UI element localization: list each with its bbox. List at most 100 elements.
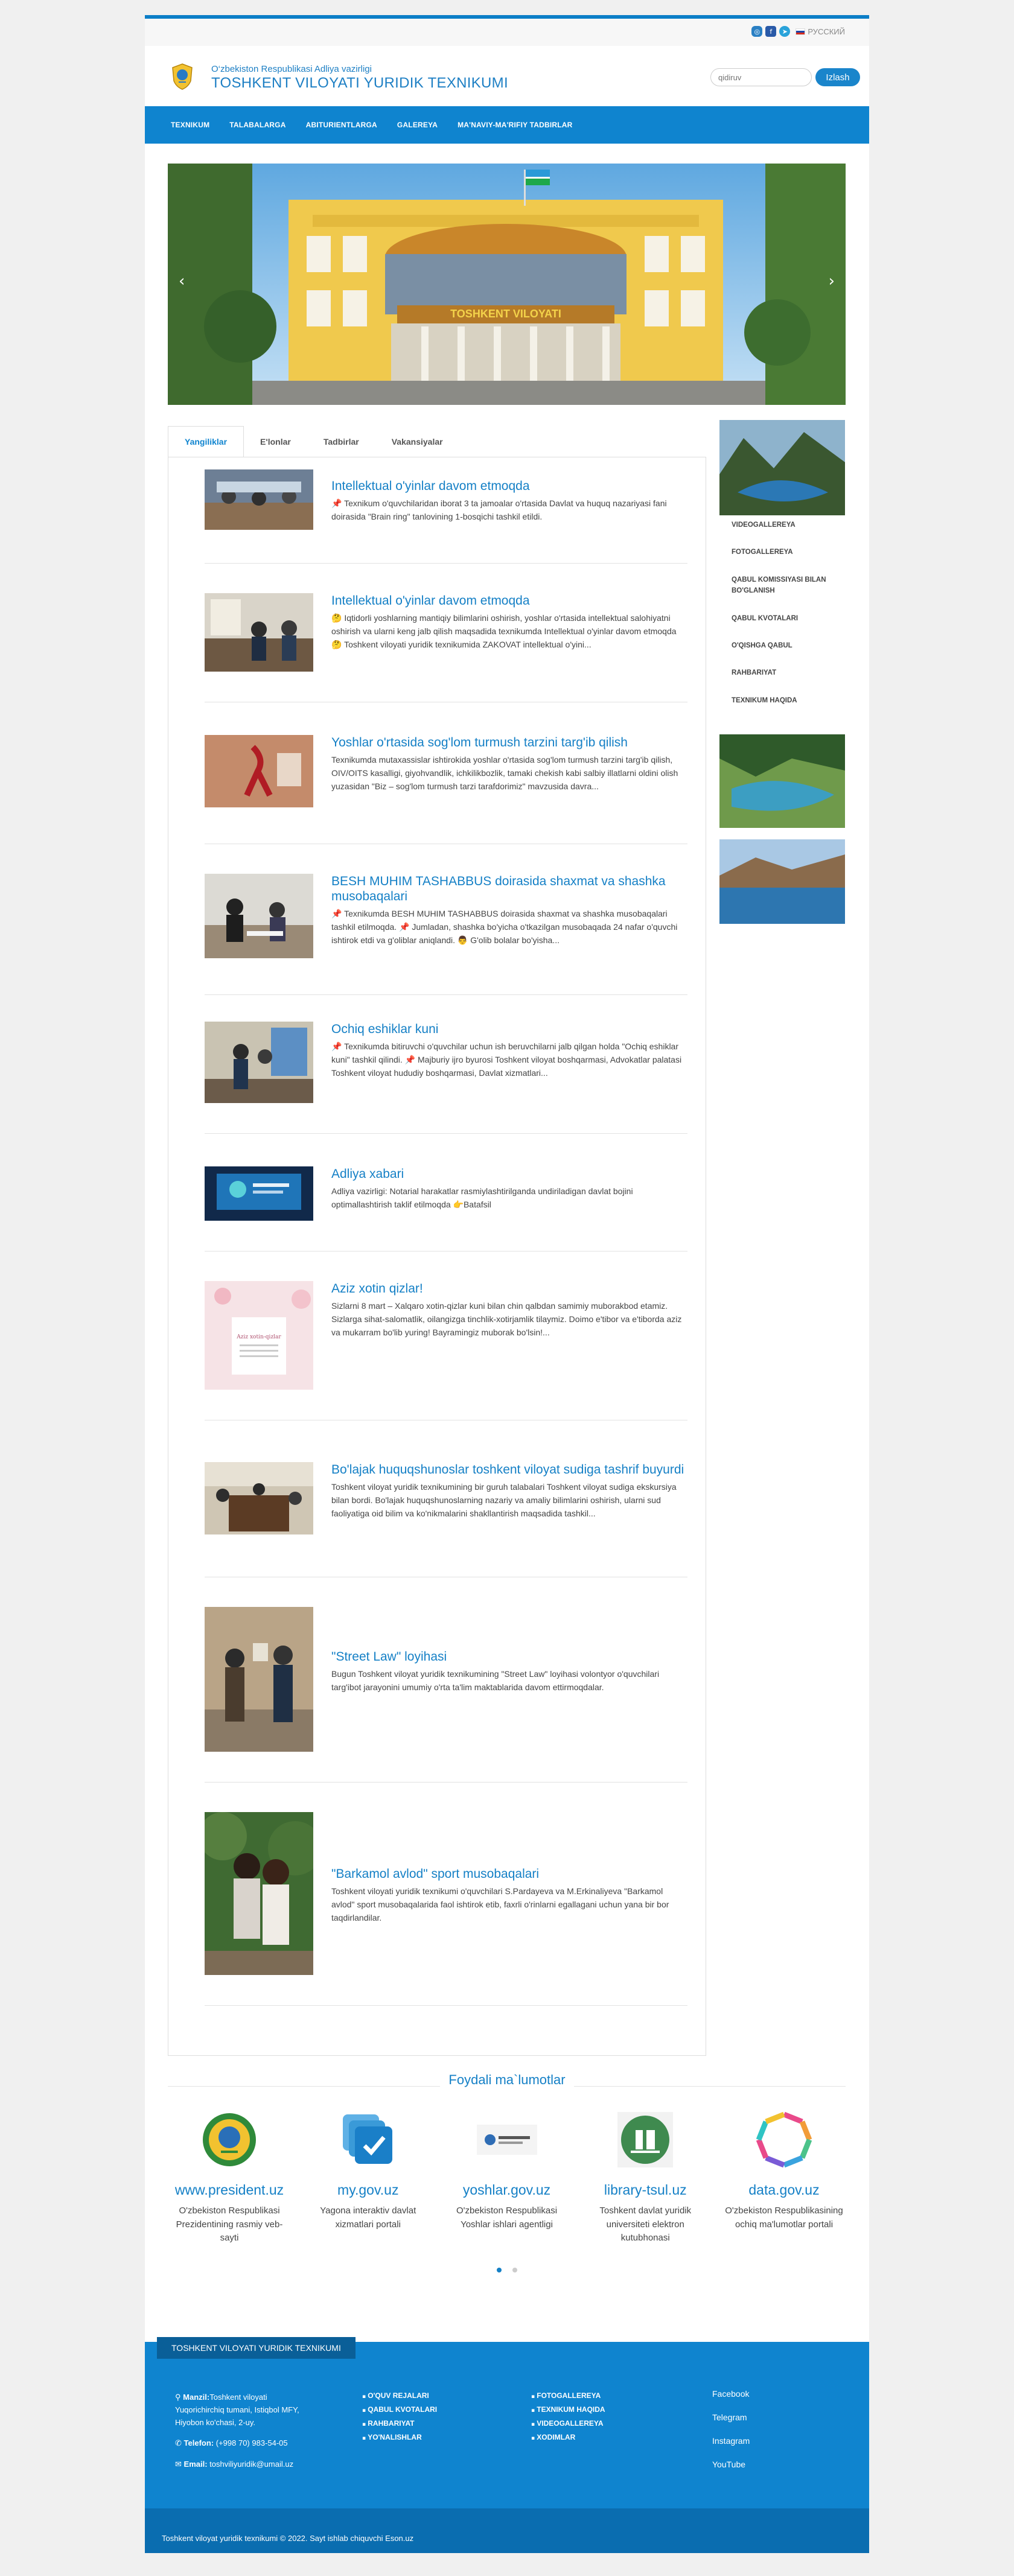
footer-link[interactable]: VIDEOGALLEREYA: [531, 2419, 605, 2428]
footer-links-col2: O'QUV REJALARI QABUL KVOTALARI RAHBARIYA…: [362, 2391, 437, 2447]
divider: [205, 1782, 687, 1783]
telegram-icon[interactable]: ➤: [779, 26, 791, 37]
footer-link[interactable]: O'QUV REJALARI: [362, 2391, 437, 2400]
useful-link-name[interactable]: www.president.uz: [168, 2182, 291, 2198]
news-title[interactable]: "Street Law" loyihasi: [331, 1649, 687, 1664]
useful-link-desc: O'zbekiston Respublikasi Yoshlar ishlari…: [456, 2206, 558, 2230]
news-thumbnail[interactable]: [205, 874, 313, 958]
language-switch[interactable]: РУССКИЙ: [796, 27, 845, 36]
building-photo: TOSHKENT VILOYATI: [168, 164, 846, 405]
useful-link-name[interactable]: yoshlar.gov.uz: [445, 2182, 569, 2198]
phone-number[interactable]: (+998 70) 983-54-05: [216, 2438, 288, 2447]
news-title[interactable]: Aziz xotin qizlar!: [331, 1281, 687, 1296]
news-title[interactable]: Ochiq eshiklar kuni: [331, 1022, 687, 1037]
footer-link[interactable]: XODIMLAR: [531, 2433, 605, 2441]
footer-facebook-link[interactable]: Facebook: [712, 2389, 750, 2399]
footer-telegram-link[interactable]: Telegram: [712, 2412, 750, 2422]
slider-next-icon[interactable]: ›: [829, 272, 835, 290]
nav-item-texnikum[interactable]: TEXNIKUM: [171, 121, 209, 129]
social-links: ◎ f ➤ РУССКИЙ: [751, 26, 845, 37]
footer-link[interactable]: TEXNIKUM HAQIDA: [531, 2405, 605, 2414]
news-title[interactable]: Intellektual o'yinlar davom etmoqda: [331, 593, 687, 608]
useful-link-name[interactable]: library-tsul.uz: [584, 2182, 707, 2198]
tab-elonlar[interactable]: E'lonlar: [244, 426, 307, 457]
news-thumbnail[interactable]: [205, 469, 313, 530]
news-panel: Intellektual o'yinlar davom etmoqda 📌 Te…: [168, 457, 706, 2056]
useful-link-desc: O'zbekiston Respublikasining ochiq ma'lu…: [725, 2206, 843, 2230]
news-thumbnail[interactable]: [205, 1022, 313, 1103]
nav-item-abiturientlarga[interactable]: ABITURIENTLARGA: [306, 121, 377, 129]
carousel-pagination: [145, 2265, 869, 2275]
page: ◎ f ➤ РУССКИЙ O‘zbekiston Respublikasi A…: [145, 15, 869, 2553]
svg-text:Aziz xotin-qizlar: Aziz xotin-qizlar: [236, 1334, 281, 1340]
news-excerpt: Bugun Toshkent viloyat yuridik texnikumi…: [331, 1669, 660, 1692]
news-title[interactable]: Yoshlar o'rtasida sog'lom turmush tarzin…: [331, 735, 687, 750]
news-thumbnail[interactable]: [205, 1462, 313, 1534]
news-thumbnail[interactable]: [205, 1607, 313, 1752]
useful-link-card[interactable]: my.gov.uz Yagona interaktiv davlat xizma…: [307, 2110, 430, 2245]
sidebar-banner[interactable]: [719, 420, 845, 515]
news-title[interactable]: Bo'lajak huquqshunoslar toshkent viloyat…: [331, 1462, 687, 1477]
news-excerpt: Toshkent viloyati yuridik texnikumi o'qu…: [331, 1886, 669, 1922]
news-title[interactable]: Intellektual o'yinlar davom etmoqda: [331, 479, 687, 494]
news-thumbnail[interactable]: [205, 1812, 313, 1975]
tab-yangiliklar[interactable]: Yangiliklar: [168, 426, 244, 457]
sidebar-banner[interactable]: [719, 734, 845, 828]
hero-slider[interactable]: TOSHKENT VILOYATI ‹ ›: [168, 164, 846, 405]
facebook-icon[interactable]: f: [765, 26, 777, 37]
sidebar-item-rahbariyat[interactable]: RAHBARIYAT: [719, 667, 845, 678]
news-excerpt: 📌 Texnikum o'quvchilaridan iborat 3 ta j…: [331, 498, 667, 521]
main-nav: TEXNIKUM TALABALARGA ABITURIENTLARGA GAL…: [145, 106, 869, 144]
footer-instagram-link[interactable]: Instagram: [712, 2436, 750, 2446]
search-input[interactable]: [710, 68, 812, 86]
news-title[interactable]: BESH MUHIM TASHABBUS doirasida shaxmat v…: [331, 874, 687, 904]
divider: [205, 1133, 687, 1134]
svg-text:TOSHKENT VILOYATI: TOSHKENT VILOYATI: [450, 308, 561, 320]
carousel-dot[interactable]: [512, 2268, 518, 2272]
news-thumbnail[interactable]: [205, 735, 313, 807]
useful-info-title: Foydali ma`lumotlar: [145, 2072, 869, 2088]
sidebar-item-videogallereya[interactable]: VIDEOGALLEREYA: [719, 520, 845, 530]
news-thumbnail[interactable]: [205, 593, 313, 672]
emblem-logo-icon[interactable]: [170, 63, 194, 91]
russian-flag-icon: [796, 28, 806, 35]
news-title[interactable]: "Barkamol avlod" sport musobaqalari: [331, 1866, 687, 1881]
nav-item-talabalarga[interactable]: TALABALARGA: [229, 121, 285, 129]
footer-link[interactable]: YO'NALISHLAR: [362, 2433, 437, 2441]
footer-link[interactable]: FOTOGALLEREYA: [531, 2391, 605, 2400]
search-button[interactable]: Izlash: [815, 68, 860, 86]
instagram-icon[interactable]: ◎: [751, 26, 763, 37]
tab-vakansiyalar[interactable]: Vakansiyalar: [375, 426, 459, 457]
useful-link-card[interactable]: www.president.uz O'zbekiston Respublikas…: [168, 2110, 291, 2245]
useful-link-card[interactable]: library-tsul.uz Toshkent davlat yuridik …: [584, 2110, 707, 2245]
youth-agency-icon: [476, 2125, 537, 2155]
library-icon: [617, 2112, 674, 2167]
news-title[interactable]: Adliya xabari: [331, 1166, 687, 1181]
tab-tadbirlar[interactable]: Tadbirlar: [307, 426, 375, 457]
news-thumbnail[interactable]: [205, 1166, 313, 1221]
footer-link[interactable]: RAHBARIYAT: [362, 2419, 437, 2428]
site-title[interactable]: TOSHKENT VILOYATI YURIDIK TEXNIKUMI: [211, 75, 508, 92]
useful-link-card[interactable]: data.gov.uz O'zbekiston Respublikasining…: [722, 2110, 846, 2245]
useful-link-card[interactable]: yoshlar.gov.uz O'zbekiston Respublikasi …: [445, 2110, 569, 2245]
sidebar-banner[interactable]: [719, 839, 845, 924]
sidebar-item-oqishga-qabul[interactable]: O'QISHGA QABUL: [719, 640, 845, 651]
useful-link-name[interactable]: my.gov.uz: [307, 2182, 430, 2198]
carousel-dot-active[interactable]: [496, 2268, 502, 2272]
sidebar-item-qabul-komissiyasi[interactable]: QABUL KOMISSIYASI BILAN BO'GLANISH: [719, 574, 845, 597]
footer-badge: TOSHKENT VILOYATI YURIDIK TEXNIKUMI: [157, 2337, 356, 2359]
useful-link-name[interactable]: data.gov.uz: [722, 2182, 846, 2198]
slider-prev-icon[interactable]: ‹: [179, 272, 185, 290]
sidebar-item-texnikum-haqida[interactable]: TEXNIKUM HAQIDA: [719, 695, 845, 706]
nav-item-manaviy[interactable]: MA'NAVIY-MA'RIFIY TADBIRLAR: [458, 121, 572, 129]
email-address[interactable]: toshviliyuridik@umail.uz: [209, 2460, 293, 2469]
news-excerpt: Sizlarni 8 mart – Xalqaro xotin-qizlar k…: [331, 1301, 682, 1337]
nav-item-galereya[interactable]: GALEREYA: [397, 121, 438, 129]
footer-youtube-link[interactable]: YouTube: [712, 2460, 750, 2469]
footer-link[interactable]: QABUL KVOTALARI: [362, 2405, 437, 2414]
news-excerpt: 📌 Texnikumda bitiruvchi o'quvchilar uchu…: [331, 1042, 682, 1078]
news-thumbnail[interactable]: Aziz xotin-qizlar: [205, 1281, 313, 1390]
sidebar-item-qabul-kvotalari[interactable]: QABUL KVOTALARI: [719, 613, 845, 624]
sidebar-item-fotogallereya[interactable]: FOTOGALLEREYA: [719, 547, 845, 558]
news-excerpt: Texnikumda mutaxassislar ishtirokida yos…: [331, 755, 678, 791]
